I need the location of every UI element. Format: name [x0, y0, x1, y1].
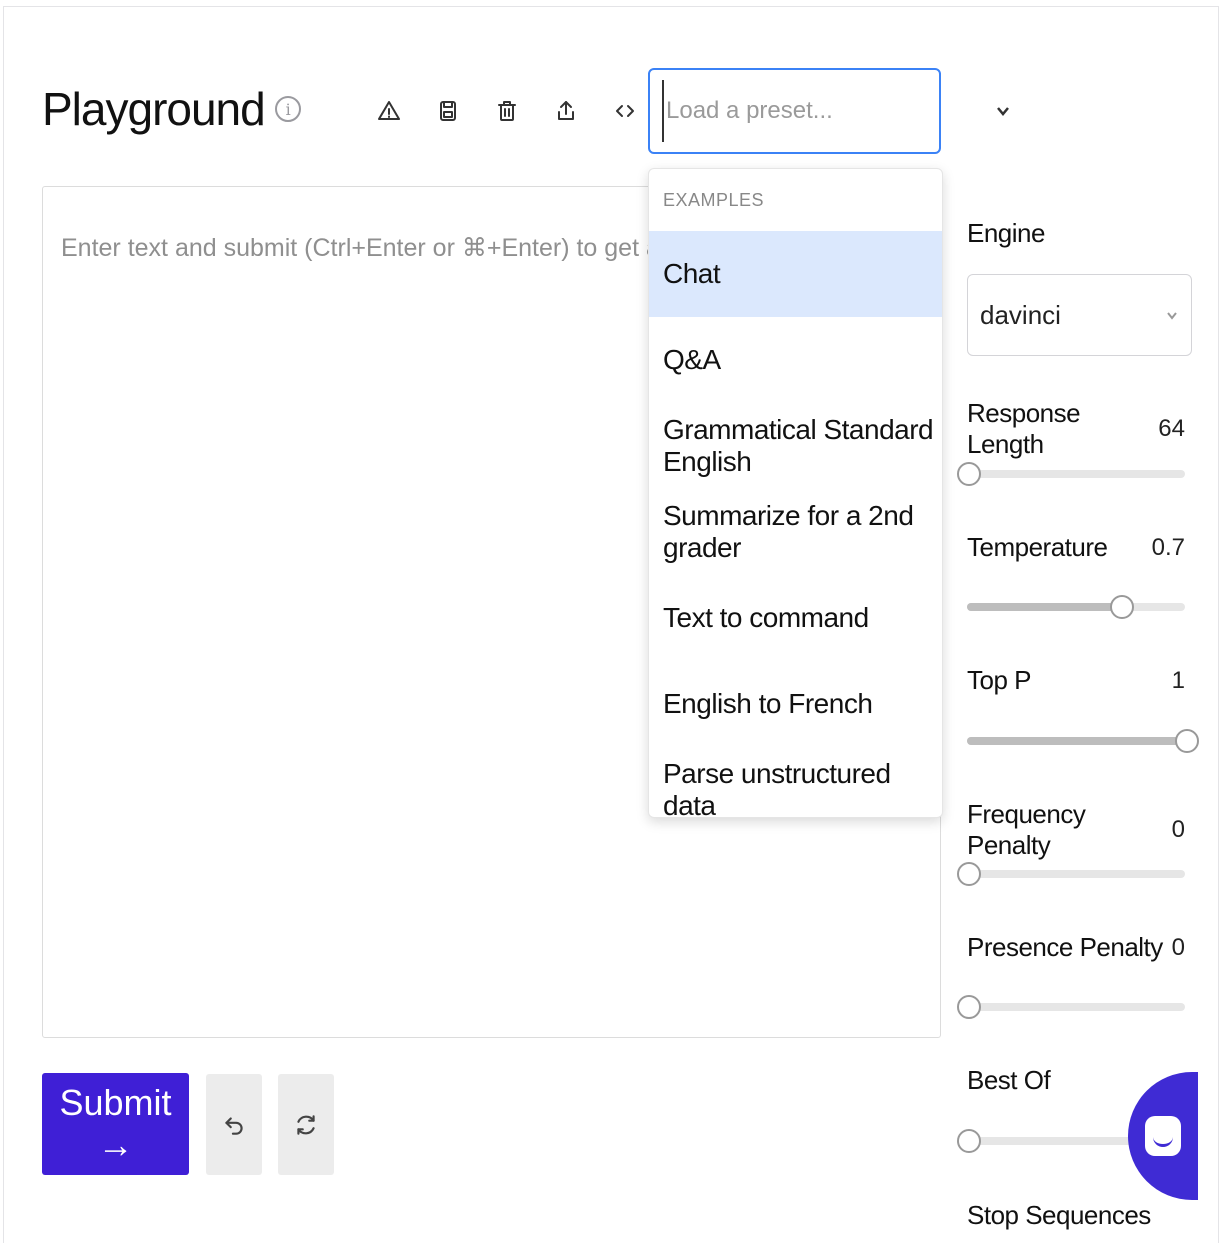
chevron-down-icon[interactable]	[994, 102, 1012, 120]
top-p-slider[interactable]	[967, 729, 1199, 753]
chat-bubble-icon	[1145, 1116, 1181, 1156]
menu-item-chat[interactable]: Chat	[649, 231, 942, 317]
share-icon[interactable]	[549, 92, 583, 130]
menu-item-summarize[interactable]: Summarize for a 2nd grader	[649, 489, 942, 575]
undo-icon	[225, 1116, 243, 1135]
response-length-slider[interactable]	[957, 462, 1185, 486]
best-of-label: Best Of	[967, 1065, 1051, 1095]
slider-fill	[967, 737, 1185, 745]
frequency-penalty-slider[interactable]	[957, 862, 1185, 886]
frequency-penalty-value: 0	[1171, 816, 1185, 843]
menu-item-parse-unstructured-data[interactable]: Parse unstructured data	[649, 747, 942, 817]
temperature-value: 0.7	[1151, 533, 1185, 561]
menu-item-grammatical-standard-english[interactable]: Grammatical Standard English	[649, 403, 942, 489]
trash-icon[interactable]	[490, 92, 524, 130]
engine-value: davinci	[980, 299, 1061, 330]
page-title: Playground	[42, 83, 266, 135]
frequency-penalty-row: Frequency Penalty 0	[967, 799, 1185, 861]
slider-thumb[interactable]	[957, 1129, 981, 1153]
warning-icon[interactable]	[372, 92, 406, 130]
stop-sequences-label: Stop Sequences	[967, 1200, 1151, 1230]
code-icon[interactable]	[608, 92, 642, 130]
menu-item-text-to-command[interactable]: Text to command	[649, 575, 942, 661]
toolbar	[372, 92, 642, 130]
info-icon[interactable]: i	[274, 96, 301, 122]
menu-item-qa[interactable]: Q&A	[649, 317, 942, 403]
chevron-down-icon	[1167, 312, 1177, 320]
menu-group-label: EXAMPLES	[663, 189, 765, 210]
submit-button[interactable]: Submit →	[42, 1073, 189, 1175]
temperature-row: Temperature 0.7	[967, 532, 1185, 563]
regenerate-icon	[297, 1114, 315, 1135]
slider-thumb[interactable]	[957, 462, 981, 486]
temperature-label: Temperature	[967, 532, 1108, 562]
presence-penalty-row: Presence Penalty 0	[967, 932, 1185, 963]
engine-label: Engine	[967, 218, 1045, 248]
top-p-row: Top P 1	[967, 665, 1185, 696]
slider-thumb[interactable]	[1109, 595, 1134, 619]
presence-penalty-slider[interactable]	[957, 995, 1185, 1019]
save-icon[interactable]	[431, 92, 465, 130]
response-length-row: Response Length 64	[967, 398, 1185, 460]
slider-thumb[interactable]	[957, 995, 981, 1019]
page-title-group: Playground i	[42, 82, 301, 136]
top-p-label: Top P	[967, 665, 1032, 695]
regenerate-button[interactable]	[278, 1074, 334, 1175]
preset-menu: EXAMPLES Chat Q&A Grammatical Standard E…	[648, 168, 943, 818]
presence-penalty-value: 0	[1171, 933, 1185, 961]
undo-button[interactable]	[206, 1074, 262, 1175]
preset-input[interactable]	[662, 80, 978, 142]
engine-select[interactable]: davinci	[967, 274, 1192, 356]
slider-thumb[interactable]	[1175, 729, 1199, 753]
preset-select[interactable]	[648, 68, 1009, 154]
presence-penalty-label: Presence Penalty	[967, 932, 1163, 962]
response-length-value: 64	[1158, 415, 1185, 442]
top-p-value: 1	[1171, 666, 1185, 694]
menu-item-english-to-french[interactable]: English to French	[649, 661, 942, 747]
frequency-penalty-label: Frequency Penalty	[967, 799, 1086, 860]
temperature-slider[interactable]	[967, 595, 1185, 619]
slider-thumb[interactable]	[957, 862, 981, 886]
slider-fill	[967, 603, 1120, 611]
response-length-label: Response Length	[967, 398, 1081, 459]
